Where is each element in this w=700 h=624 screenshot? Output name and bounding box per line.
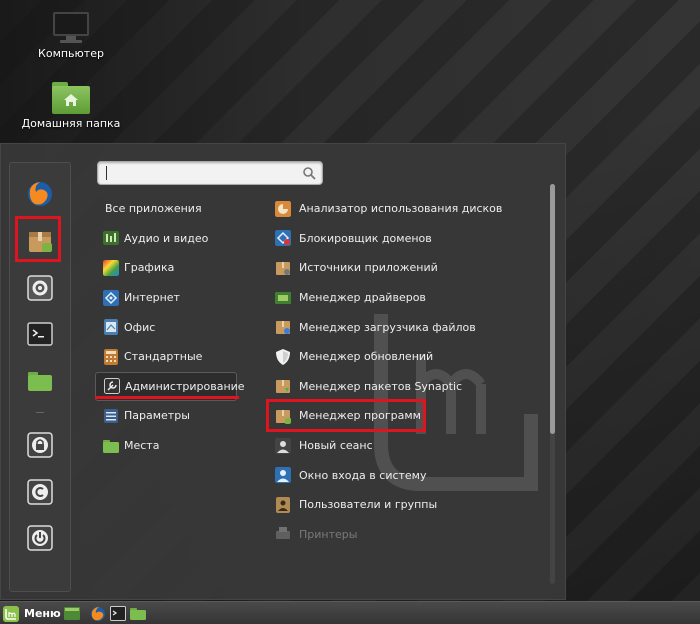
domain-blocker-icon bbox=[275, 230, 291, 247]
files-folder-fav-icon[interactable] bbox=[26, 367, 54, 395]
category-preferences[interactable]: Параметры bbox=[95, 401, 245, 431]
upload-manager-icon bbox=[276, 321, 290, 335]
category-office[interactable]: Офис bbox=[95, 312, 245, 342]
app-label: Менеджер драйверов bbox=[299, 291, 426, 305]
firefox-launcher-icon[interactable] bbox=[90, 606, 106, 621]
internet-icon bbox=[103, 289, 119, 306]
app-disk-usage-analyzer[interactable]: Анализатор использования дисков bbox=[269, 194, 539, 224]
app-label: Блокировщик доменов bbox=[299, 231, 432, 245]
app-printers[interactable]: Принтеры bbox=[269, 520, 539, 550]
menu-button[interactable]: Меню bbox=[3, 605, 61, 622]
app-label: Принтеры bbox=[299, 527, 358, 541]
application-menu: Все приложения Аудио и видео Графика Инт… bbox=[0, 143, 566, 600]
administration-icon bbox=[104, 378, 120, 395]
desktop-icon-home[interactable]: Домашняя папка bbox=[16, 82, 126, 130]
app-login-window[interactable]: Окно входа в систему bbox=[269, 460, 539, 490]
category-label: Все приложения bbox=[105, 202, 202, 216]
app-label: Пользователи и группы bbox=[299, 498, 438, 512]
app-users-groups[interactable]: Пользователи и группы bbox=[269, 490, 539, 520]
app-update-manager[interactable]: Менеджер обновлений bbox=[269, 342, 539, 372]
software-sources-icon bbox=[276, 261, 290, 275]
files-launcher-icon[interactable] bbox=[130, 606, 146, 621]
category-label: Стандартные bbox=[124, 350, 203, 364]
app-upload-manager[interactable]: Менеджер загрузчика файлов bbox=[269, 312, 539, 342]
app-label: Источники приложений bbox=[299, 261, 438, 275]
places-folder-icon bbox=[103, 439, 119, 453]
taskbar: Меню bbox=[0, 601, 700, 624]
app-label: Окно входа в систему bbox=[299, 468, 427, 482]
terminal-fav-icon[interactable] bbox=[26, 320, 54, 348]
accessories-icon bbox=[104, 348, 118, 365]
update-shield-icon bbox=[276, 348, 290, 365]
shutdown-icon[interactable] bbox=[26, 524, 54, 552]
computer-icon bbox=[51, 12, 91, 44]
app-label: Менеджер обновлений bbox=[299, 350, 434, 364]
office-icon bbox=[104, 319, 118, 336]
disk-usage-icon bbox=[275, 200, 291, 217]
category-multimedia[interactable]: Аудио и видео bbox=[95, 224, 245, 254]
category-places[interactable]: Места bbox=[95, 431, 245, 461]
category-list: Все приложения Аудио и видео Графика Инт… bbox=[95, 194, 245, 460]
app-label: Менеджер пакетов Synaptic bbox=[299, 379, 463, 393]
terminal-launcher-icon[interactable] bbox=[110, 606, 126, 621]
users-groups-icon bbox=[276, 496, 290, 513]
highlight-underline-administration bbox=[95, 396, 239, 399]
app-new-session[interactable]: Новый сеанс bbox=[269, 431, 539, 461]
app-list-scrollbar[interactable] bbox=[550, 184, 555, 584]
scrollbar-thumb[interactable] bbox=[550, 184, 555, 434]
category-label: Аудио и видео bbox=[124, 231, 209, 245]
search-icon[interactable] bbox=[302, 166, 316, 180]
category-graphics[interactable]: Графика bbox=[95, 253, 245, 283]
driver-manager-icon bbox=[275, 291, 291, 304]
mint-logo-icon bbox=[3, 605, 19, 622]
new-session-icon bbox=[275, 437, 291, 454]
logout-icon[interactable] bbox=[26, 478, 54, 506]
multimedia-icon bbox=[103, 231, 119, 246]
home-folder-icon bbox=[52, 82, 90, 114]
lock-screen-icon[interactable] bbox=[26, 431, 54, 459]
desktop-icon-label: Домашняя папка bbox=[21, 117, 121, 130]
app-label: Новый сеанс bbox=[299, 439, 373, 453]
show-desktop-icon[interactable] bbox=[64, 606, 80, 621]
preferences-icon bbox=[104, 408, 118, 423]
highlight-software-manager-fav bbox=[15, 216, 61, 262]
synaptic-icon bbox=[276, 380, 290, 394]
menu-label: Меню bbox=[24, 607, 61, 620]
app-domain-blocker[interactable]: Блокировщик доменов bbox=[269, 224, 539, 254]
highlight-software-manager-app bbox=[266, 399, 426, 432]
category-label: Параметры bbox=[124, 409, 190, 423]
graphics-icon bbox=[103, 259, 119, 276]
search-input[interactable] bbox=[104, 165, 294, 181]
favorites-separator bbox=[36, 412, 44, 413]
app-synaptic[interactable]: Менеджер пакетов Synaptic bbox=[269, 372, 539, 402]
category-all-apps[interactable]: Все приложения bbox=[95, 194, 245, 224]
category-label: Места bbox=[124, 439, 160, 453]
app-software-sources[interactable]: Источники приложений bbox=[269, 253, 539, 283]
app-label: Менеджер загрузчика файлов bbox=[299, 320, 476, 334]
category-label: Графика bbox=[124, 261, 175, 275]
printers-icon bbox=[276, 527, 290, 540]
search-box[interactable] bbox=[97, 161, 323, 185]
login-window-icon bbox=[275, 467, 291, 484]
category-accessories[interactable]: Стандартные bbox=[95, 342, 245, 372]
category-label: Администрирование bbox=[125, 379, 245, 393]
app-label: Анализатор использования дисков bbox=[299, 202, 503, 216]
category-label: Интернет bbox=[124, 291, 180, 305]
system-settings-fav-icon[interactable] bbox=[26, 274, 54, 302]
app-driver-manager[interactable]: Менеджер драйверов bbox=[269, 283, 539, 313]
application-list: Анализатор использования дисков Блокиров… bbox=[269, 194, 539, 589]
category-label: Офис bbox=[124, 320, 156, 334]
desktop-icon-label: Компьютер bbox=[38, 47, 104, 60]
firefox-icon[interactable] bbox=[26, 180, 54, 208]
desktop-icon-computer[interactable]: Компьютер bbox=[16, 12, 126, 60]
category-internet[interactable]: Интернет bbox=[95, 283, 245, 313]
